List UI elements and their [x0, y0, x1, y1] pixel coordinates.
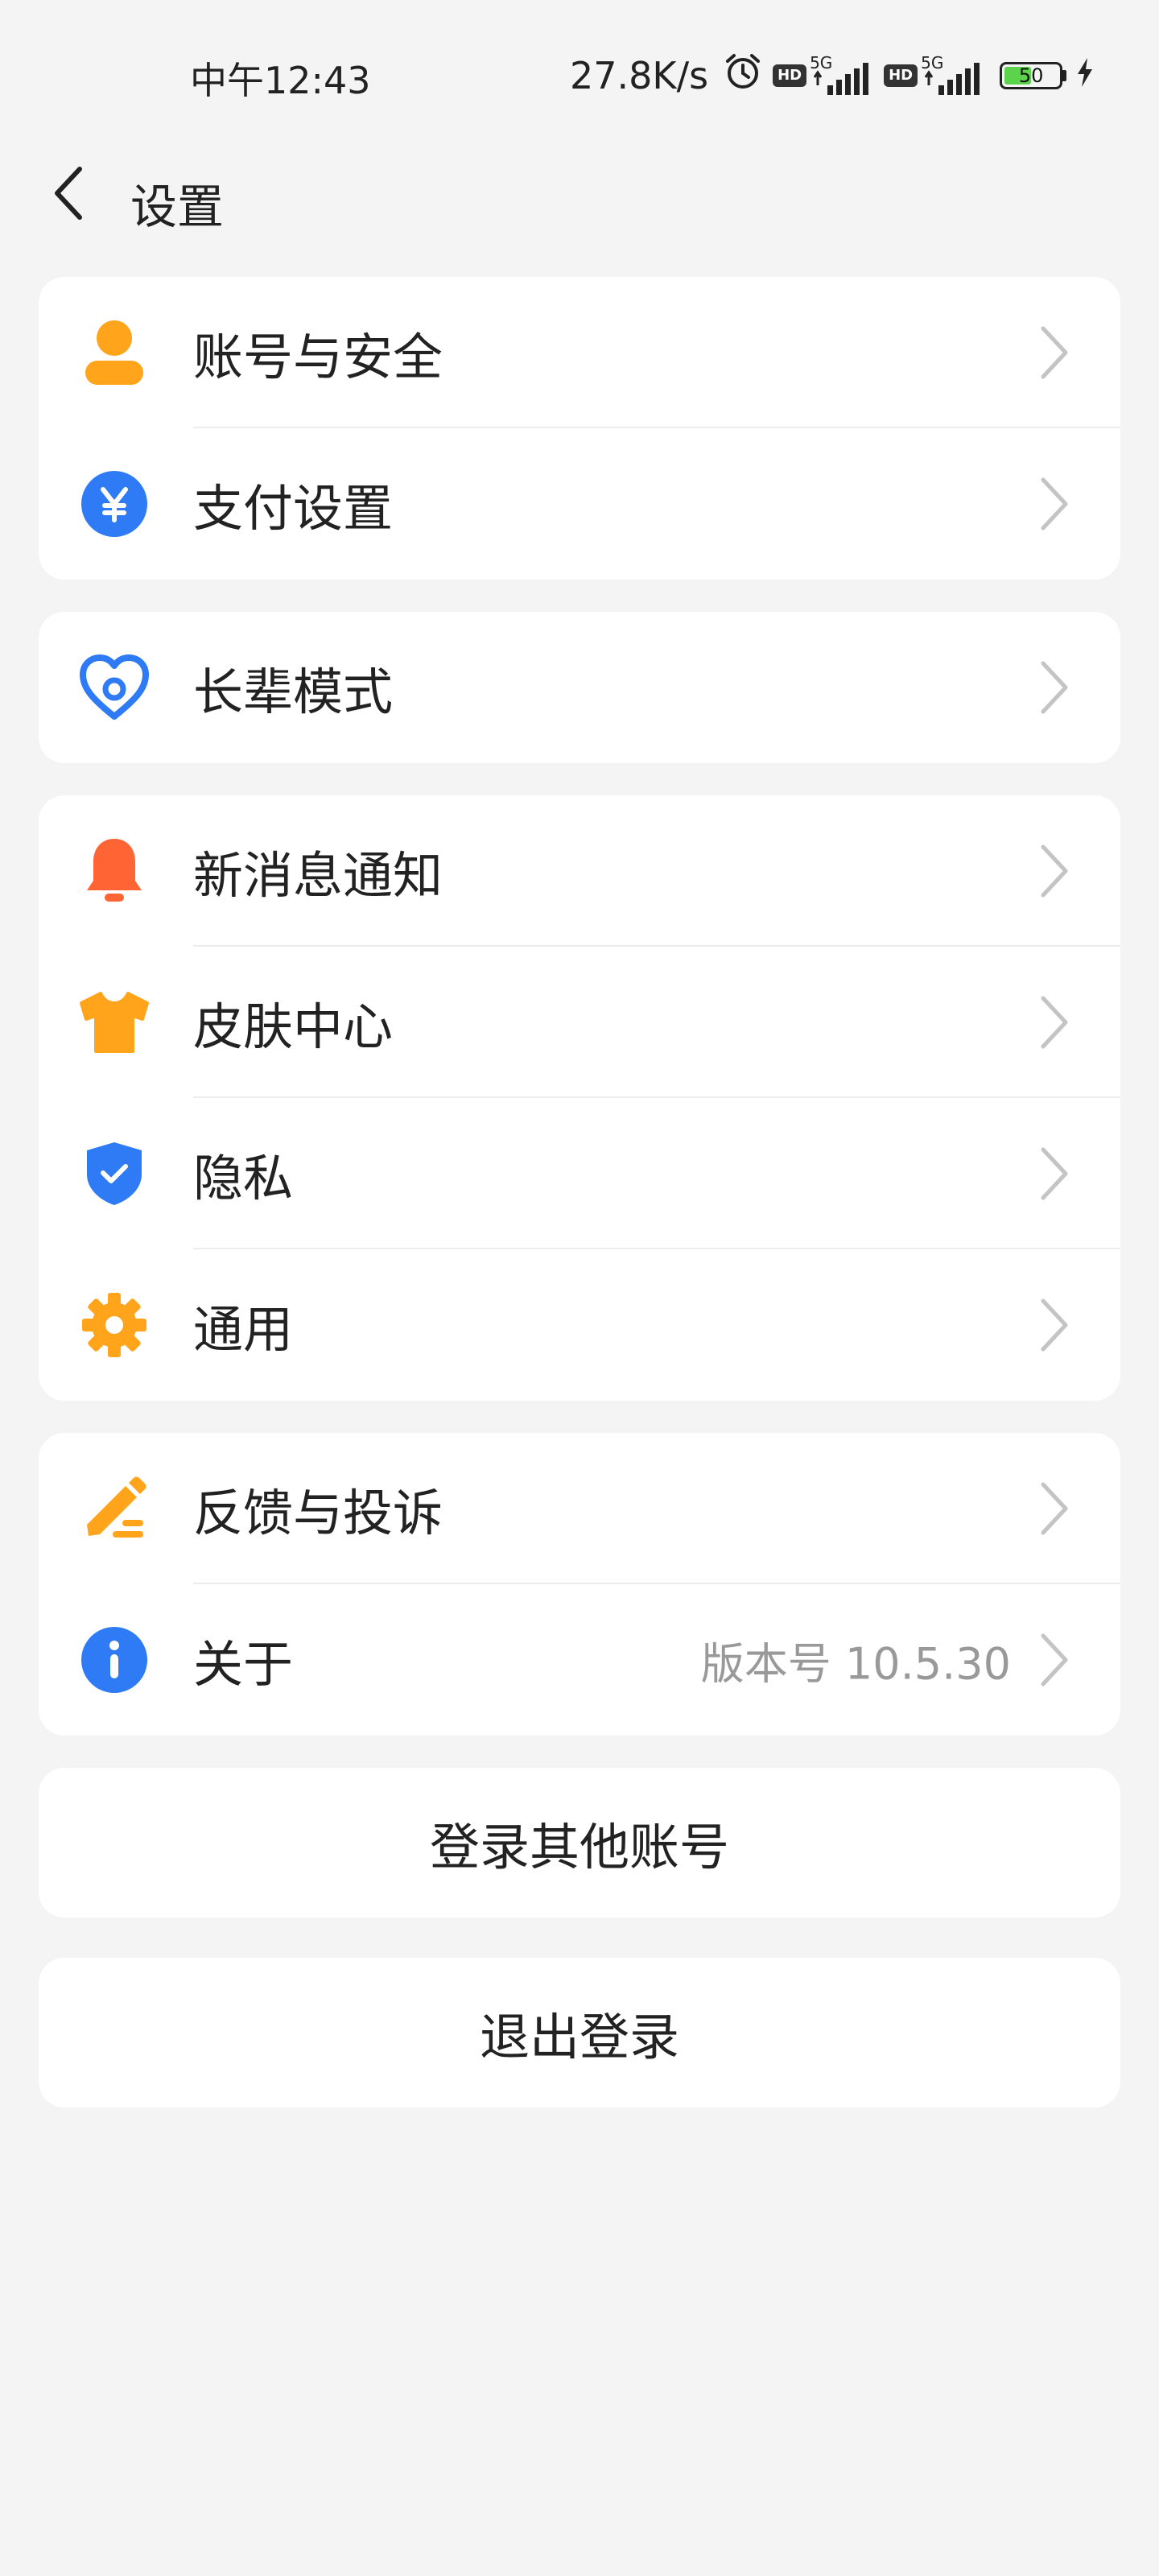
heart-icon: [77, 650, 151, 724]
switch-account-button[interactable]: 登录其他账号: [39, 1768, 1120, 1918]
setting-label: 皮肤中心: [193, 997, 394, 1056]
signal-icon: 5G: [921, 53, 985, 98]
setting-feedback[interactable]: 反馈与投诉: [39, 1433, 1120, 1584]
setting-general[interactable]: 通用: [39, 1249, 1120, 1401]
settings-group-account: 账号与安全 支付设置: [39, 277, 1120, 580]
setting-account-security[interactable]: 账号与安全: [39, 277, 1120, 428]
alarm-icon: [723, 52, 763, 101]
setting-label: 支付设置: [193, 479, 394, 538]
chevron-left-icon: [55, 167, 82, 220]
setting-label: 关于: [193, 1635, 294, 1694]
header: 设置: [0, 145, 1159, 242]
setting-label: 反馈与投诉: [193, 1484, 443, 1542]
user-icon: [77, 316, 151, 390]
version-text: 版本号 10.5.30: [700, 1638, 1011, 1690]
setting-elder-mode[interactable]: 长辈模式: [39, 612, 1120, 763]
setting-label: 账号与安全: [193, 328, 443, 386]
chevron-right-icon: [1041, 996, 1068, 1049]
setting-label: 长辈模式: [193, 663, 394, 721]
setting-label: 隐私: [193, 1149, 294, 1208]
tshirt-icon: [77, 985, 151, 1059]
yuan-icon: [77, 467, 151, 541]
status-time: 中午12:43: [190, 59, 371, 102]
battery-icon: 50: [1000, 62, 1067, 89]
chevron-right-icon: [1041, 326, 1068, 379]
chevron-right-icon: [1041, 1298, 1068, 1352]
chevron-right-icon: [1041, 1482, 1068, 1535]
back-button[interactable]: [40, 153, 97, 233]
setting-label: 通用: [193, 1300, 294, 1359]
hd-badge: HD: [884, 64, 918, 87]
settings-group-general: 新消息通知 皮肤中心 隐私 通用: [39, 795, 1120, 1401]
status-icons: 27.8K/s HD 5G HD 5G 50: [570, 52, 1095, 100]
pencil-icon: [77, 1472, 151, 1546]
setting-payment[interactable]: 支付设置: [39, 428, 1120, 580]
hd-badge: HD: [773, 64, 807, 87]
setting-privacy[interactable]: 隐私: [39, 1098, 1120, 1249]
setting-skin-center[interactable]: 皮肤中心: [39, 947, 1120, 1098]
network-speed: 27.8K/s: [570, 54, 709, 97]
info-icon: [77, 1623, 151, 1697]
gear-icon: [77, 1288, 151, 1362]
bolt-icon: [1074, 54, 1095, 97]
shield-check-icon: [77, 1137, 151, 1211]
chevron-right-icon: [1041, 844, 1068, 898]
settings-group-about: 反馈与投诉 关于 版本号 10.5.30: [39, 1433, 1120, 1736]
bell-icon: [77, 834, 151, 908]
chevron-right-icon: [1041, 477, 1068, 530]
battery-level: 50: [1018, 64, 1044, 87]
page-title: 设置: [130, 180, 225, 234]
setting-label: 新消息通知: [193, 846, 443, 905]
settings-group-elder: 长辈模式: [39, 612, 1120, 763]
status-bar: 中午12:43 27.8K/s HD 5G HD 5G 50: [0, 0, 1159, 153]
setting-notifications[interactable]: 新消息通知: [39, 795, 1120, 947]
setting-about[interactable]: 关于 版本号 10.5.30: [39, 1584, 1120, 1736]
signal-icon: 5G: [810, 53, 874, 98]
chevron-right-icon: [1041, 1633, 1068, 1686]
chevron-right-icon: [1041, 1147, 1068, 1200]
chevron-right-icon: [1041, 661, 1068, 714]
logout-button[interactable]: 退出登录: [39, 1958, 1120, 2107]
